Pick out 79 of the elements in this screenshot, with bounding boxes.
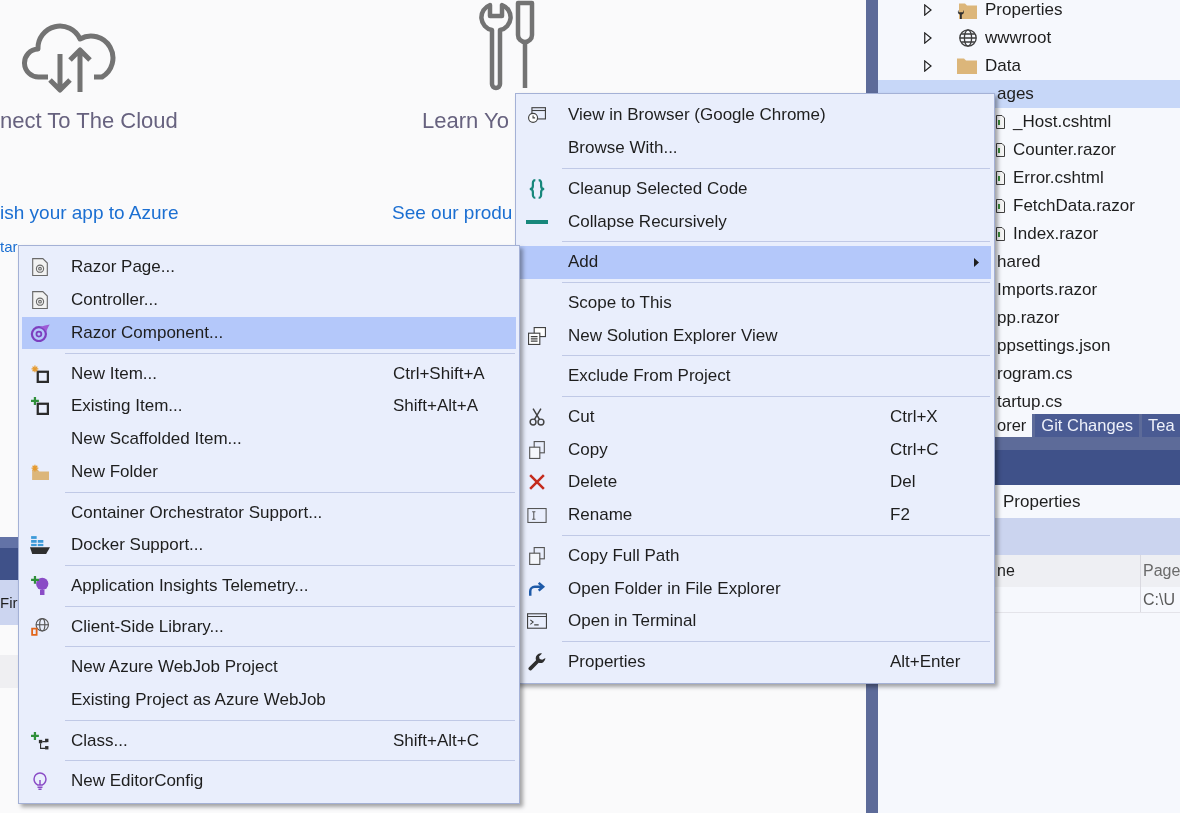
menu-item[interactable]: Scope to This xyxy=(519,286,991,320)
menu-item[interactable]: Open Folder in File Explorer xyxy=(519,572,991,605)
menu-item[interactable]: Rename F2 xyxy=(519,498,991,532)
menu-item[interactable]: Copy Ctrl+C xyxy=(519,433,991,466)
lightbulb-plus-icon xyxy=(31,576,49,596)
shortcut-label: F2 xyxy=(890,505,910,526)
tree-item[interactable]: Properties xyxy=(878,0,1180,24)
menu-item[interactable]: New Item... Ctrl+Shift+A xyxy=(22,357,516,390)
menu-item[interactable]: Class... Shift+Alt+C xyxy=(22,724,516,757)
folder-icon xyxy=(957,58,977,74)
curved-arrow-icon xyxy=(528,580,546,597)
feature-title: Learn Yo xyxy=(422,107,509,135)
lightbulb-icon xyxy=(33,772,47,791)
menu-item[interactable]: Docker Support... xyxy=(22,528,516,562)
shortcut-label: Ctrl+C xyxy=(890,439,939,460)
panel-tab[interactable]: Git Changes xyxy=(1035,414,1140,437)
menu-item[interactable]: Properties Alt+Enter xyxy=(519,645,991,679)
globe-icon xyxy=(959,29,977,47)
menu-item[interactable]: Existing Project as Azure WebJob xyxy=(22,683,516,717)
collapsed-arrow-icon[interactable] xyxy=(924,4,932,16)
menu-item[interactable]: Add xyxy=(519,245,991,279)
minus-icon xyxy=(526,219,548,224)
panel-title-bar xyxy=(0,537,18,580)
collapsed-arrow-icon[interactable] xyxy=(924,60,932,72)
panel-tab[interactable]: Tea xyxy=(1142,414,1180,437)
globe-icon xyxy=(31,617,49,636)
menu-item[interactable]: Container Orchestrator Support... xyxy=(22,496,516,529)
page-at-icon xyxy=(32,291,48,310)
scissors-icon xyxy=(529,407,545,426)
panel-tab[interactable]: Fir xyxy=(0,580,18,625)
shortcut-label: Shift+Alt+A xyxy=(393,396,479,417)
menu-item[interactable]: Existing Item... Shift+Alt+A xyxy=(22,390,516,423)
class-plus-icon xyxy=(31,731,49,750)
menu-item[interactable]: New Folder xyxy=(22,455,516,489)
menu-item[interactable]: New Azure WebJob Project xyxy=(22,650,516,684)
folder-sparkle-icon xyxy=(31,463,49,480)
link[interactable]: tar xyxy=(0,230,18,264)
menu-item[interactable]: Razor Component... xyxy=(22,316,516,350)
wrench-icon xyxy=(528,652,546,671)
square-sparkle-icon xyxy=(31,364,49,383)
container-ship-icon xyxy=(30,536,50,555)
terminal-icon xyxy=(527,613,547,630)
shortcut-label: Shift+Alt+C xyxy=(393,730,479,751)
page-at-icon xyxy=(32,258,48,277)
delete-icon xyxy=(529,474,545,491)
link[interactable]: ish your app to Azure xyxy=(0,196,179,230)
menu-item[interactable]: Cut Ctrl+X xyxy=(519,400,991,434)
shortcut-label: Ctrl+Shift+A xyxy=(393,363,485,384)
browser-window-icon xyxy=(528,107,546,124)
properties-title: Properties xyxy=(1003,491,1081,512)
menu-item[interactable]: New Scaffolded Item... xyxy=(22,422,516,456)
menu-item[interactable]: Copy Full Path xyxy=(519,539,991,573)
tree-item[interactable]: Data xyxy=(878,52,1180,80)
copy-icon xyxy=(529,546,545,565)
menu-item[interactable]: New Solution Explorer View xyxy=(519,319,991,352)
swirl-icon xyxy=(30,324,50,342)
braces-icon xyxy=(528,178,546,199)
column-header[interactable]: Page xyxy=(1140,555,1180,587)
menu-item[interactable]: Application Insights Telemetry... xyxy=(22,569,516,603)
menu-item[interactable]: New EditorConfig xyxy=(22,764,516,798)
menu-item[interactable]: Client-Side Library... xyxy=(22,610,516,643)
copy-icon xyxy=(529,440,545,459)
collapsed-arrow-icon[interactable] xyxy=(924,32,932,44)
shortcut-label: Ctrl+X xyxy=(890,406,938,427)
menu-item[interactable]: Razor Page... xyxy=(22,251,516,284)
stacked-windows-icon xyxy=(528,326,546,345)
rename-box-icon xyxy=(527,507,547,523)
menu-item[interactable]: Open in Terminal xyxy=(519,604,991,638)
menu-item[interactable]: Delete Del xyxy=(519,465,991,499)
tree-item[interactable]: wwwroot xyxy=(878,24,1180,52)
shortcut-label: Alt+Enter xyxy=(890,651,961,672)
table-cell: C:\U xyxy=(1140,587,1180,612)
menu-item[interactable]: Controller... xyxy=(22,283,516,317)
square-plus-icon xyxy=(31,397,49,416)
link[interactable]: See our produ xyxy=(392,196,513,230)
menu-item[interactable]: Exclude From Project xyxy=(519,359,991,393)
feature-title: nect To The Cloud xyxy=(0,107,178,135)
folder-wrench-icon xyxy=(957,1,977,19)
shortcut-label: Del xyxy=(890,472,916,493)
